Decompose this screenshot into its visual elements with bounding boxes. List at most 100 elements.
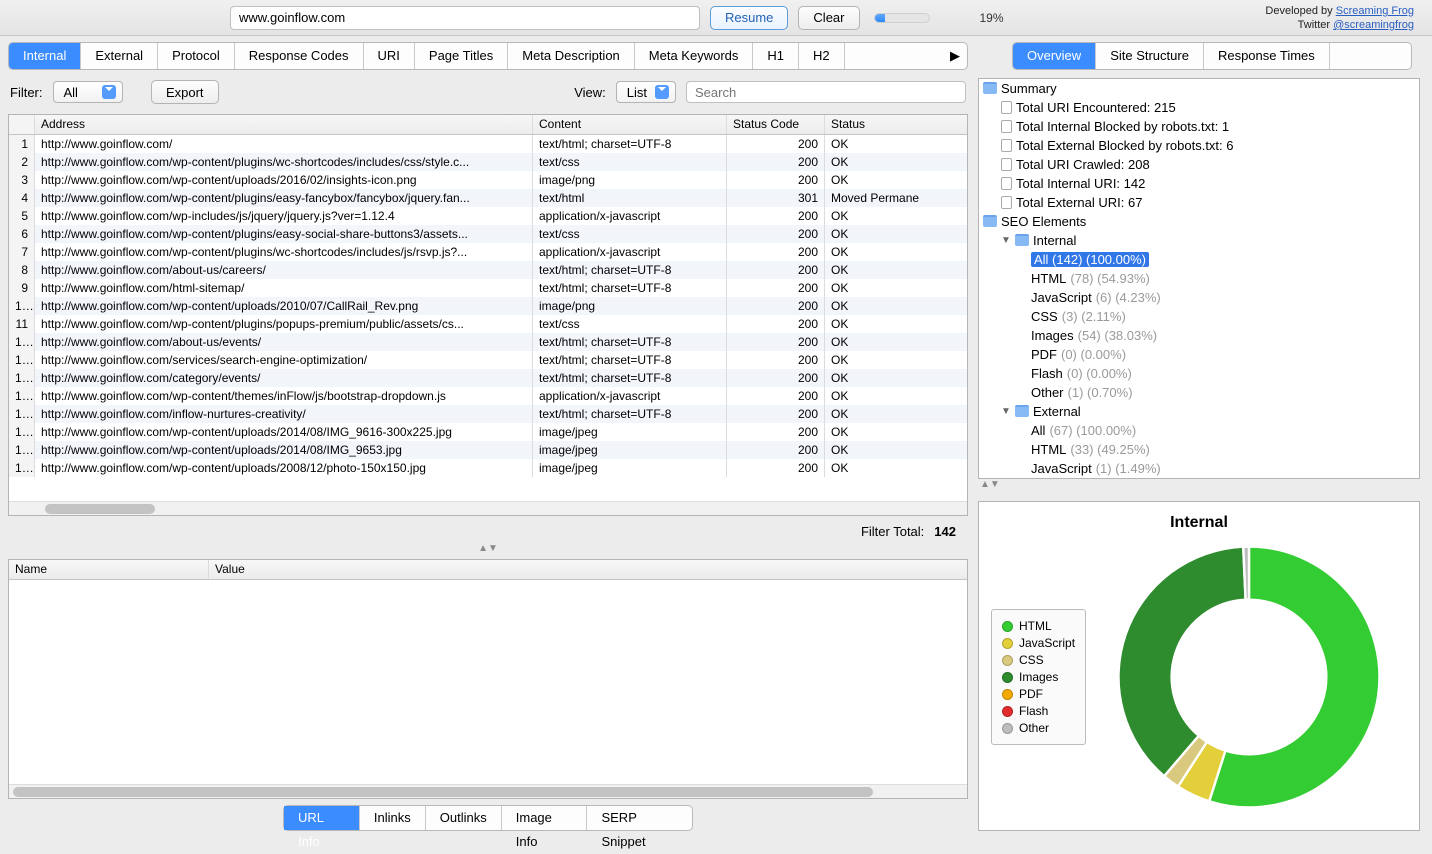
right-pane: OverviewSite StructureResponse Times Sum… bbox=[976, 36, 1428, 837]
table-header-statuscode[interactable]: Status Code bbox=[727, 115, 825, 134]
splitter-handle[interactable]: ▲▼ bbox=[8, 543, 968, 557]
tab-h2[interactable]: H2 bbox=[799, 43, 845, 69]
table-row[interactable]: 14http://www.goinflow.com/category/event… bbox=[9, 369, 967, 387]
tab-h1[interactable]: H1 bbox=[753, 43, 799, 69]
left-pane: InternalExternalProtocolResponse CodesUR… bbox=[0, 36, 976, 837]
tree-row[interactable]: CSS (3) (2.11%) bbox=[979, 307, 1419, 326]
table-row[interactable]: 4http://www.goinflow.com/wp-content/plug… bbox=[9, 189, 967, 207]
horizontal-scrollbar[interactable] bbox=[9, 501, 967, 515]
tree-row[interactable]: Total External Blocked by robots.txt: 6 bbox=[979, 136, 1419, 155]
tree-row[interactable]: Flash (0) (0.00%) bbox=[979, 364, 1419, 383]
disclosure-triangle-icon[interactable]: ▼ bbox=[1001, 406, 1011, 417]
tab-overflow-arrow-icon[interactable]: ▶ bbox=[943, 48, 967, 64]
tree-row[interactable]: Total URI Encountered: 215 bbox=[979, 98, 1419, 117]
file-icon bbox=[1001, 196, 1012, 209]
details-horizontal-scrollbar[interactable] bbox=[9, 784, 967, 798]
filter-select[interactable]: All bbox=[53, 81, 123, 103]
chart-panel: Internal HTMLJavaScriptCSSImagesPDFFlash… bbox=[978, 501, 1420, 831]
table-row[interactable]: 7http://www.goinflow.com/wp-content/plug… bbox=[9, 243, 967, 261]
tab-response-codes[interactable]: Response Codes bbox=[235, 43, 364, 69]
details-header-value[interactable]: Value bbox=[209, 560, 967, 579]
disclosure-triangle-icon[interactable]: ▼ bbox=[1001, 235, 1011, 246]
credits-link-twitter[interactable]: @screamingfrog bbox=[1333, 19, 1414, 31]
clear-button[interactable]: Clear bbox=[798, 6, 859, 30]
tree-row[interactable]: JavaScript (6) (4.23%) bbox=[979, 288, 1419, 307]
table-row[interactable]: 18http://www.goinflow.com/wp-content/upl… bbox=[9, 441, 967, 459]
tree-row[interactable]: Total URI Crawled: 208 bbox=[979, 155, 1419, 174]
table-row[interactable]: 10http://www.goinflow.com/wp-content/upl… bbox=[9, 297, 967, 315]
tree-row[interactable]: ▼External bbox=[979, 402, 1419, 421]
table-header-address[interactable]: Address bbox=[35, 115, 533, 134]
table-header: Address Content Status Code Status bbox=[9, 115, 967, 135]
details-table: Name Value bbox=[8, 559, 968, 799]
table-row[interactable]: 15http://www.goinflow.com/wp-content/the… bbox=[9, 387, 967, 405]
table-row[interactable]: 1http://www.goinflow.com/text/html; char… bbox=[9, 135, 967, 153]
tree-row[interactable]: SEO Elements bbox=[979, 212, 1419, 231]
tree-row[interactable]: Total Internal Blocked by robots.txt: 1 bbox=[979, 117, 1419, 136]
table-row[interactable]: 3http://www.goinflow.com/wp-content/uplo… bbox=[9, 171, 967, 189]
crawl-url-input[interactable] bbox=[230, 6, 700, 30]
table-row[interactable]: 19http://www.goinflow.com/wp-content/upl… bbox=[9, 459, 967, 477]
tree-row[interactable]: Total Internal URI: 142 bbox=[979, 174, 1419, 193]
overview-tree[interactable]: SummaryTotal URI Encountered: 215Total I… bbox=[978, 78, 1420, 479]
table-row[interactable]: 13http://www.goinflow.com/services/searc… bbox=[9, 351, 967, 369]
tree-row[interactable]: ▼Internal bbox=[979, 231, 1419, 250]
bottom-tab-inlinks[interactable]: Inlinks bbox=[360, 806, 426, 830]
legend-item: PDF bbox=[1002, 687, 1075, 701]
tree-row[interactable]: All (142) (100.00%) bbox=[979, 250, 1419, 269]
table-row[interactable]: 9http://www.goinflow.com/html-sitemap/te… bbox=[9, 279, 967, 297]
right-splitter-handle[interactable]: ▲▼ bbox=[978, 479, 1420, 493]
legend-item: Flash bbox=[1002, 704, 1075, 718]
tree-row[interactable]: All (67) (100.00%) bbox=[979, 421, 1419, 440]
table-row[interactable]: 11http://www.goinflow.com/wp-content/plu… bbox=[9, 315, 967, 333]
file-icon bbox=[1001, 101, 1012, 114]
tree-row[interactable]: HTML (78) (54.93%) bbox=[979, 269, 1419, 288]
legend-item: HTML bbox=[1002, 619, 1075, 633]
bottom-tab-outlinks[interactable]: Outlinks bbox=[426, 806, 502, 830]
right-tab-overview[interactable]: Overview bbox=[1013, 43, 1096, 69]
folder-icon bbox=[1015, 234, 1029, 246]
tree-row[interactable]: PDF (0) (0.00%) bbox=[979, 345, 1419, 364]
bottom-tab-url-info[interactable]: URL Info bbox=[284, 806, 360, 830]
tab-uri[interactable]: URI bbox=[364, 43, 415, 69]
right-tab-site-structure[interactable]: Site Structure bbox=[1096, 43, 1204, 69]
search-input[interactable] bbox=[686, 81, 966, 103]
tree-row[interactable]: Other (1) (0.70%) bbox=[979, 383, 1419, 402]
progress-bar: 19% bbox=[874, 11, 1004, 25]
top-toolbar: Resume Clear 19% Developed by Screaming … bbox=[0, 0, 1432, 36]
table-row[interactable]: 5http://www.goinflow.com/wp-includes/js/… bbox=[9, 207, 967, 225]
table-row[interactable]: 6http://www.goinflow.com/wp-content/plug… bbox=[9, 225, 967, 243]
table-row[interactable]: 2http://www.goinflow.com/wp-content/plug… bbox=[9, 153, 967, 171]
credits-link-sf[interactable]: Screaming Frog bbox=[1336, 5, 1414, 17]
right-tab-response-times[interactable]: Response Times bbox=[1204, 43, 1330, 69]
tree-row[interactable]: HTML (33) (49.25%) bbox=[979, 440, 1419, 459]
tab-meta-description[interactable]: Meta Description bbox=[508, 43, 635, 69]
table-header-content[interactable]: Content bbox=[533, 115, 727, 134]
file-icon bbox=[1001, 177, 1012, 190]
tree-row[interactable]: Total External URI: 67 bbox=[979, 193, 1419, 212]
export-button[interactable]: Export bbox=[151, 80, 219, 104]
table-row[interactable]: 12http://www.goinflow.com/about-us/event… bbox=[9, 333, 967, 351]
tab-page-titles[interactable]: Page Titles bbox=[415, 43, 508, 69]
bottom-tab-serp-snippet[interactable]: SERP Snippet bbox=[587, 806, 692, 830]
view-select[interactable]: List bbox=[616, 81, 676, 103]
tab-external[interactable]: External bbox=[81, 43, 158, 69]
bottom-tab-image-info[interactable]: Image Info bbox=[502, 806, 588, 830]
resume-button[interactable]: Resume bbox=[710, 6, 788, 30]
table-row[interactable]: 16http://www.goinflow.com/inflow-nurture… bbox=[9, 405, 967, 423]
chart-legend: HTMLJavaScriptCSSImagesPDFFlashOther bbox=[991, 609, 1086, 745]
filter-label: Filter: bbox=[10, 85, 43, 100]
tree-row[interactable]: JavaScript (1) (1.49%) bbox=[979, 459, 1419, 478]
tree-row[interactable]: Images (54) (38.03%) bbox=[979, 326, 1419, 345]
tab-internal[interactable]: Internal bbox=[9, 43, 81, 69]
details-header-name[interactable]: Name bbox=[9, 560, 209, 579]
legend-item: JavaScript bbox=[1002, 636, 1075, 650]
table-header-status[interactable]: Status bbox=[825, 115, 967, 134]
tree-row[interactable]: Summary bbox=[979, 79, 1419, 98]
table-row[interactable]: 8http://www.goinflow.com/about-us/career… bbox=[9, 261, 967, 279]
file-icon bbox=[1001, 158, 1012, 171]
tab-protocol[interactable]: Protocol bbox=[158, 43, 235, 69]
table-row[interactable]: 17http://www.goinflow.com/wp-content/upl… bbox=[9, 423, 967, 441]
tab-meta-keywords[interactable]: Meta Keywords bbox=[635, 43, 754, 69]
legend-item: Other bbox=[1002, 721, 1075, 735]
